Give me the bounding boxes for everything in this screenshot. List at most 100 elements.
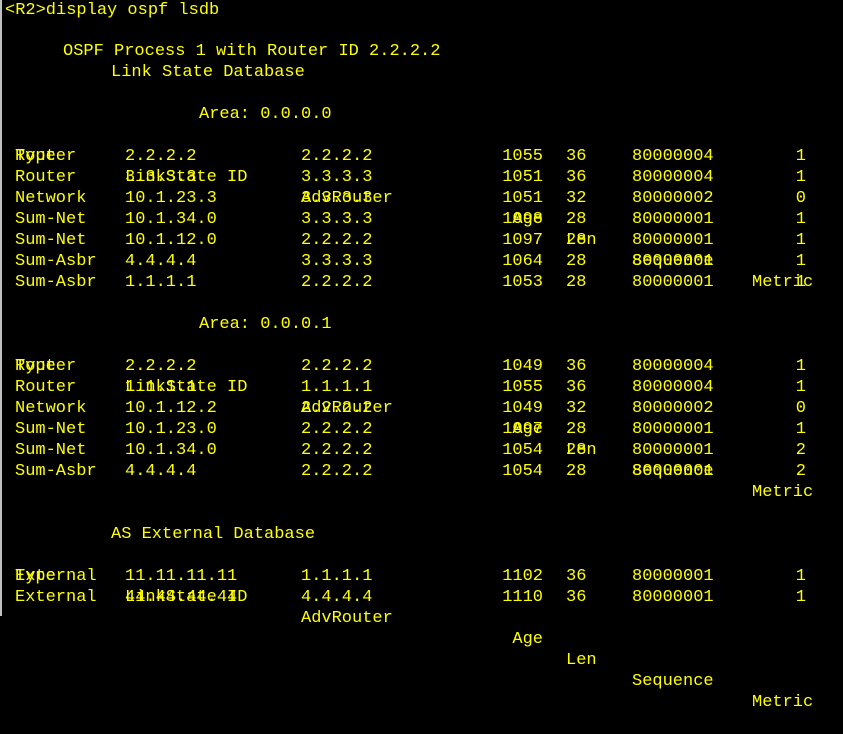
lsa-age: 1102: [502, 567, 543, 586]
lsa-sequence: 80000002: [632, 399, 714, 418]
lsa-sequence: 80000001: [632, 231, 714, 250]
lsa-type: Sum-Asbr: [15, 252, 97, 271]
lsa-sequence: 80000001: [632, 567, 714, 586]
header-metric: Metric: [752, 693, 814, 712]
lsa-metric: 1: [795, 588, 806, 607]
linkstate-id: 11.11.11.11: [125, 567, 238, 586]
lsa-type: External: [15, 567, 97, 586]
lsa-type: Router: [15, 147, 77, 166]
lsa-metric: 1: [795, 273, 806, 292]
lsa-type: Sum-Asbr: [15, 273, 97, 292]
linkstate-id: 10.1.23.3: [125, 189, 217, 208]
lsa-sequence: 80000004: [632, 378, 714, 397]
adv-router: 2.2.2.2: [301, 399, 373, 418]
lsa-len: 32: [566, 189, 587, 208]
table-row: Sum-Asbr 1.1.1.1 2.2.2.2 1053 28 80000001 1: [0, 272, 843, 293]
linkstate-id: 2.2.2.2: [125, 357, 197, 376]
lsa-age: 1054: [502, 441, 543, 460]
linkstate-id: 1.1.1.1: [125, 273, 197, 292]
lsa-type: Network: [15, 399, 87, 418]
lsa-len: 28: [566, 210, 587, 229]
table-row: Router 2.2.2.2 2.2.2.2 1049 36 80000004 1: [0, 356, 843, 377]
table-row: Router 1.1.1.1 1.1.1.1 1055 36 80000004 1: [0, 377, 843, 398]
lsa-sequence: 80000001: [632, 420, 714, 439]
lsa-metric: 2: [795, 441, 806, 460]
lsa-len: 28: [566, 462, 587, 481]
header-age: Age: [512, 630, 543, 649]
terminal-window[interactable]: <R2>display ospf lsdb OSPF Process 1 wit…: [0, 0, 843, 712]
lsa-metric: 0: [795, 189, 806, 208]
lsa-age: 1053: [502, 273, 543, 292]
table-header: Type LinkState ID AdvRouter Age Len Sequ…: [0, 335, 843, 502]
lsa-metric: 1: [795, 231, 806, 250]
adv-router: 2.2.2.2: [301, 273, 373, 292]
lsa-metric: 1: [795, 147, 806, 166]
ospf-process-line: OSPF Process 1 with Router ID 2.2.2.2: [63, 42, 441, 61]
lsa-sequence: 80000004: [632, 147, 714, 166]
linkstate-id: 4.4.4.4: [125, 252, 197, 271]
lsa-type: Sum-Net: [15, 210, 87, 229]
lsa-age: 1049: [502, 357, 543, 376]
lsa-sequence: 80000002: [632, 189, 714, 208]
table-header: Type LinkState ID AdvRouter Age Len Sequ…: [0, 125, 843, 292]
adv-router: 2.2.2.2: [301, 357, 373, 376]
lsa-age: 1054: [502, 462, 543, 481]
linkstate-id: 10.1.23.0: [125, 420, 217, 439]
lsa-metric: 1: [795, 378, 806, 397]
table-row: Sum-Net 10.1.12.0 2.2.2.2 1097 28 80000001 1: [0, 230, 843, 251]
table-row: Router 3.3.3.3 3.3.3.3 1051 36 80000004 1: [0, 167, 843, 188]
lsa-len: 36: [566, 357, 587, 376]
external-db-title: AS External Database: [111, 525, 316, 544]
lsa-age: 1098: [502, 210, 543, 229]
area-title: Area: 0.0.0.1: [199, 315, 332, 334]
lsa-age: 1110: [502, 588, 543, 607]
command-prompt: <R2>display ospf lsdb: [5, 1, 220, 20]
lsa-sequence: 80000001: [632, 252, 714, 271]
lsa-type: Sum-Net: [15, 231, 87, 250]
lsa-age: 1055: [502, 378, 543, 397]
lsa-metric: 1: [795, 567, 806, 586]
lsa-len: 28: [566, 252, 587, 271]
lsa-type: Network: [15, 189, 87, 208]
header-len: Len: [566, 651, 597, 670]
database-title: Link State Database: [111, 63, 305, 82]
lsa-len: 28: [566, 420, 587, 439]
lsa-metric: 1: [795, 420, 806, 439]
lsa-sequence: 80000004: [632, 168, 714, 187]
table-row: Network 10.1.12.2 2.2.2.2 1049 32 80000002 0: [0, 398, 843, 419]
table-row: Sum-Asbr 4.4.4.4 2.2.2.2 1054 28 80000001 2: [0, 461, 843, 482]
lsa-age: 1097: [502, 420, 543, 439]
lsa-sequence: 80000004: [632, 357, 714, 376]
lsa-type: Router: [15, 357, 77, 376]
lsa-len: 36: [566, 147, 587, 166]
adv-router: 3.3.3.3: [301, 189, 373, 208]
table-row: Sum-Net 10.1.23.0 2.2.2.2 1097 28 80000001 1: [0, 419, 843, 440]
lsa-len: 28: [566, 273, 587, 292]
table-row: Sum-Net 10.1.34.0 3.3.3.3 1098 28 80000001 1: [0, 209, 843, 230]
lsa-type: Sum-Asbr: [15, 462, 97, 481]
adv-router: 2.2.2.2: [301, 441, 373, 460]
lsa-metric: 1: [795, 210, 806, 229]
linkstate-id: 44.44.44.44: [125, 588, 238, 607]
lsa-sequence: 80000001: [632, 462, 714, 481]
lsa-type: Router: [15, 378, 77, 397]
linkstate-id: 2.2.2.2: [125, 147, 197, 166]
lsa-len: 28: [566, 441, 587, 460]
lsa-type: Router: [15, 168, 77, 187]
linkstate-id: 10.1.34.0: [125, 441, 217, 460]
lsa-len: 36: [566, 168, 587, 187]
adv-router: 2.2.2.2: [301, 462, 373, 481]
lsa-sequence: 80000001: [632, 273, 714, 292]
header-seq: Sequence: [632, 672, 714, 691]
lsa-age: 1051: [502, 189, 543, 208]
table-row: Network 10.1.23.3 3.3.3.3 1051 32 80000002 0: [0, 188, 843, 209]
lsa-len: 36: [566, 588, 587, 607]
table-row: Sum-Asbr 4.4.4.4 3.3.3.3 1064 28 80000001 1: [0, 251, 843, 272]
adv-router: 2.2.2.2: [301, 231, 373, 250]
adv-router: 3.3.3.3: [301, 252, 373, 271]
lsa-sequence: 80000001: [632, 588, 714, 607]
linkstate-id: 4.4.4.4: [125, 462, 197, 481]
header-metric: Metric: [752, 483, 814, 502]
adv-router: 3.3.3.3: [301, 168, 373, 187]
lsa-metric: 1: [795, 168, 806, 187]
